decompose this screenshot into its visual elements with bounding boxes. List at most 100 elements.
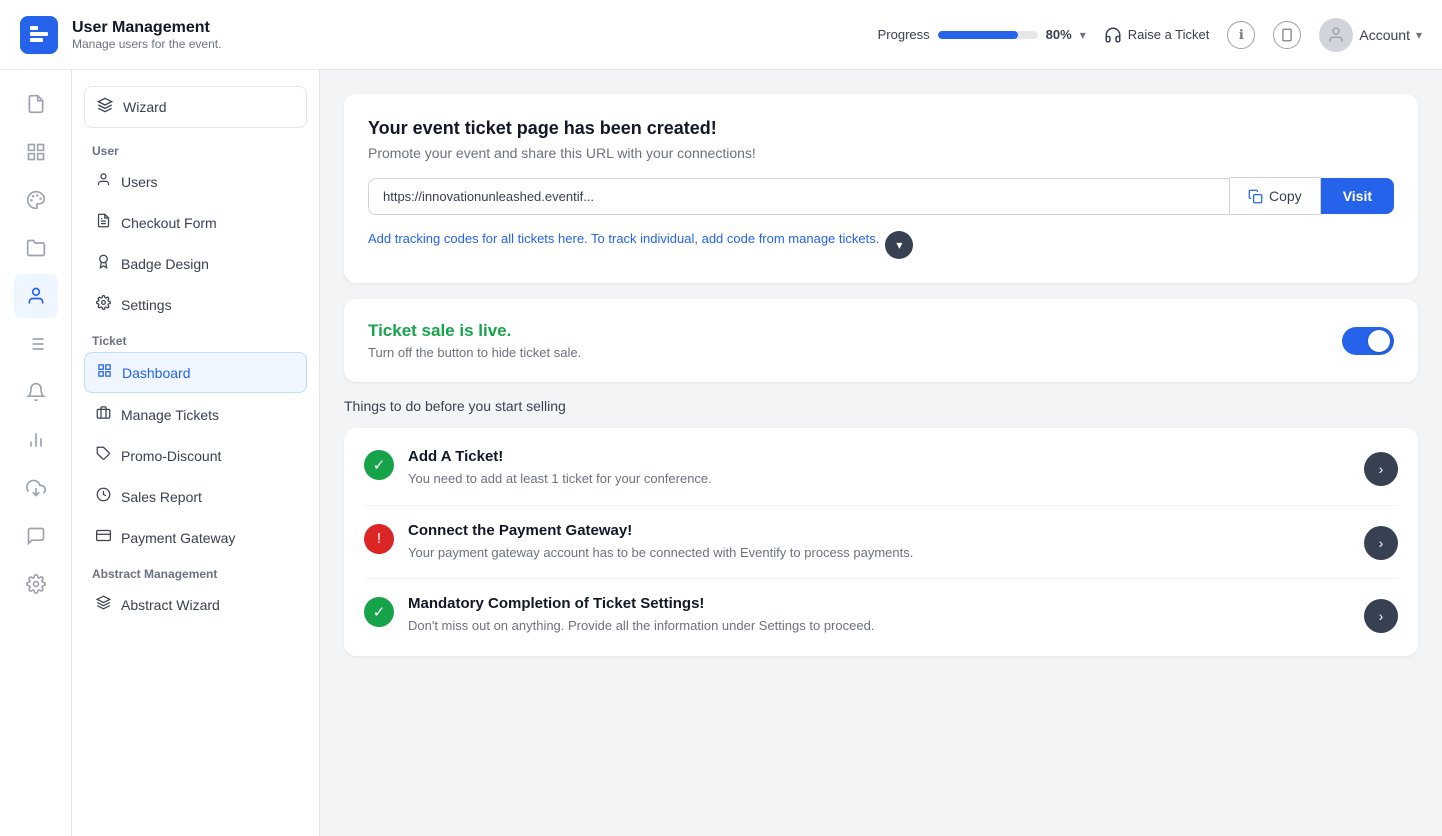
nav-item-settings[interactable]: Settings (84, 285, 307, 324)
nav-item-sales-report[interactable]: Sales Report (84, 477, 307, 516)
page-title: User Management (72, 19, 221, 37)
account-section[interactable]: Account ▾ (1319, 18, 1422, 52)
sidebar-icon-bell[interactable] (14, 370, 58, 414)
checkout-form-nav-icon (96, 213, 111, 232)
task-status-error-icon: ! (364, 524, 394, 554)
page-subtitle: Manage users for the event. (72, 37, 221, 51)
nav-badge-design-label: Badge Design (121, 256, 209, 272)
settings-nav-icon (96, 295, 111, 314)
task-arrow-ticket-settings[interactable]: › (1364, 599, 1398, 633)
task-status-success2-icon: ✓ (364, 597, 394, 627)
nav-manage-tickets-label: Manage Tickets (121, 407, 219, 423)
event-created-card: Your event ticket page has been created!… (344, 94, 1418, 283)
progress-chevron-icon[interactable]: ▾ (1080, 28, 1086, 42)
sidebar-icon-settings[interactable] (14, 562, 58, 606)
task-desc-add-ticket: You need to add at least 1 ticket for yo… (408, 469, 1350, 489)
progress-bar-fill (938, 31, 1018, 39)
nav-checkout-form-label: Checkout Form (121, 215, 217, 231)
task-title-ticket-settings: Mandatory Completion of Ticket Settings! (408, 595, 1350, 612)
sidebar-icon-chart[interactable] (14, 418, 58, 462)
nav-promo-discount-label: Promo-Discount (121, 448, 221, 464)
promo-discount-nav-icon (96, 446, 111, 465)
nav-section-ticket: Ticket (84, 326, 307, 352)
task-content-ticket-settings: Mandatory Completion of Ticket Settings!… (408, 595, 1350, 636)
account-chevron-icon: ▾ (1416, 28, 1422, 42)
nav-item-wizard[interactable]: Wizard (84, 86, 307, 128)
info-icon[interactable]: ℹ (1227, 21, 1255, 49)
badge-design-nav-icon (96, 254, 111, 273)
progress-label: Progress (878, 27, 930, 42)
task-arrow-payment-gateway[interactable]: › (1364, 526, 1398, 560)
sidebar-icon-grid[interactable] (14, 130, 58, 174)
progress-section: Progress 80% ▾ (878, 27, 1086, 42)
sidebar-icon-folder[interactable] (14, 226, 58, 270)
header-left: User Management Manage users for the eve… (20, 16, 221, 54)
progress-bar-bg (938, 31, 1038, 39)
tracking-text: Add tracking codes for all tickets here.… (368, 229, 879, 249)
app-logo (20, 16, 58, 54)
task-content-add-ticket: Add A Ticket! You need to add at least 1… (408, 448, 1350, 489)
progress-percent: 80% (1046, 27, 1072, 42)
wizard-label: Wizard (123, 99, 167, 115)
sidebar-icon-list[interactable] (14, 322, 58, 366)
nav-item-payment-gateway[interactable]: Payment Gateway (84, 518, 307, 557)
account-label: Account (1359, 27, 1410, 43)
ticket-sale-toggle[interactable] (1342, 327, 1394, 355)
nav-payment-gateway-label: Payment Gateway (121, 530, 235, 546)
task-item-add-ticket: ✓ Add A Ticket! You need to add at least… (364, 448, 1398, 506)
nav-item-manage-tickets[interactable]: Manage Tickets (84, 395, 307, 434)
nav-item-dashboard[interactable]: Dashboard (84, 352, 307, 393)
task-content-payment-gateway: Connect the Payment Gateway! Your paymen… (408, 522, 1350, 563)
header: User Management Manage users for the eve… (0, 0, 1442, 70)
event-created-sub: Promote your event and share this URL wi… (368, 145, 1394, 161)
icon-sidebar (0, 70, 72, 836)
url-input[interactable] (368, 178, 1230, 215)
manage-tickets-nav-icon (96, 405, 111, 424)
visit-button[interactable]: Visit (1321, 178, 1394, 214)
event-created-title: Your event ticket page has been created! (368, 118, 1394, 139)
nav-item-badge-design[interactable]: Badge Design (84, 244, 307, 283)
nav-section-user: User (84, 136, 307, 162)
nav-item-promo-discount[interactable]: Promo-Discount (84, 436, 307, 475)
tracking-chevron-button[interactable]: ▾ (885, 231, 913, 259)
ticket-live-info: Ticket sale is live. Turn off the button… (368, 321, 581, 360)
task-title-payment-gateway: Connect the Payment Gateway! (408, 522, 1350, 539)
header-right: Progress 80% ▾ Raise a Ticket ℹ Account … (878, 18, 1422, 52)
sidebar-icon-user[interactable] (14, 274, 58, 318)
main-layout: Wizard User Users Checkout Form Badge De… (0, 70, 1442, 836)
wizard-icon (97, 97, 113, 117)
task-status-success-icon: ✓ (364, 450, 394, 480)
visit-label: Visit (1343, 188, 1372, 204)
task-title-add-ticket: Add A Ticket! (408, 448, 1350, 465)
raise-ticket-button[interactable]: Raise a Ticket (1104, 26, 1210, 44)
nav-item-abstract-wizard[interactable]: Abstract Wizard (84, 585, 307, 624)
task-arrow-add-ticket[interactable]: › (1364, 452, 1398, 486)
things-to-do-label: Things to do before you start selling (344, 398, 1418, 414)
nav-sidebar: Wizard User Users Checkout Form Badge De… (72, 70, 320, 836)
nav-sales-report-label: Sales Report (121, 489, 202, 505)
avatar (1319, 18, 1353, 52)
copy-button[interactable]: Copy (1230, 177, 1321, 215)
sidebar-icon-palette[interactable] (14, 178, 58, 222)
toggle-slider (1342, 327, 1394, 355)
raise-ticket-label: Raise a Ticket (1128, 27, 1210, 42)
users-nav-icon (96, 172, 111, 191)
task-item-ticket-settings: ✓ Mandatory Completion of Ticket Setting… (364, 579, 1398, 636)
nav-settings-label: Settings (121, 297, 172, 313)
nav-item-users[interactable]: Users (84, 162, 307, 201)
payment-gateway-nav-icon (96, 528, 111, 547)
nav-item-checkout-form[interactable]: Checkout Form (84, 203, 307, 242)
header-title-block: User Management Manage users for the eve… (72, 19, 221, 51)
nav-section-abstract: Abstract Management (84, 559, 307, 585)
nav-abstract-wizard-label: Abstract Wizard (121, 597, 220, 613)
ticket-live-card: Ticket sale is live. Turn off the button… (344, 299, 1418, 382)
tracking-link[interactable]: Add tracking codes for all tickets here.… (368, 229, 1394, 259)
sidebar-icon-chat[interactable] (14, 514, 58, 558)
sidebar-icon-trophy[interactable] (14, 466, 58, 510)
content-area: Your event ticket page has been created!… (320, 70, 1442, 836)
sidebar-icon-document[interactable] (14, 82, 58, 126)
mobile-icon[interactable] (1273, 21, 1301, 49)
nav-users-label: Users (121, 174, 158, 190)
url-row: Copy Visit (368, 177, 1394, 215)
ticket-live-sub: Turn off the button to hide ticket sale. (368, 345, 581, 360)
